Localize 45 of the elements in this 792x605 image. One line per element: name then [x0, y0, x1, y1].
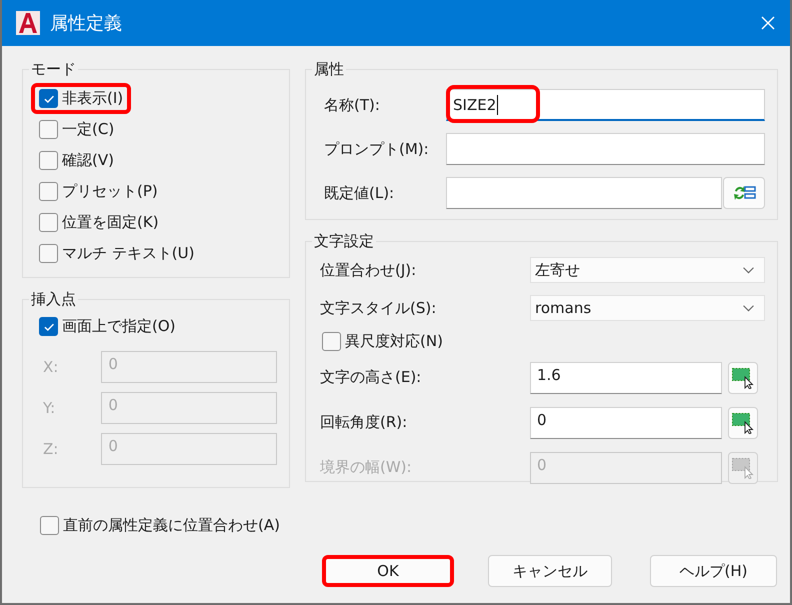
- checkbox[interactable]: 直前の属性定義に位置合わせ(A): [32, 510, 288, 541]
- pick-on-screen-icon: [731, 366, 755, 388]
- close-icon[interactable]: [760, 15, 776, 31]
- dialog-button[interactable]: キャンセル: [488, 555, 612, 587]
- checkbox[interactable]: 異尺度対応(N): [314, 326, 451, 356]
- input-field[interactable]: [446, 133, 765, 165]
- group-title: 属性: [313, 60, 345, 79]
- field-label: 既定値(L):: [323, 184, 396, 202]
- dropdown[interactable]: romans: [530, 295, 765, 321]
- field-label: Z:: [43, 440, 60, 458]
- pick-point-button[interactable]: [728, 406, 758, 438]
- pick-point-button[interactable]: [728, 362, 758, 394]
- checkbox[interactable]: マルチ テキスト(U): [31, 238, 202, 269]
- chevron-down-icon: [743, 304, 754, 312]
- chevron-down-icon: [743, 266, 754, 274]
- dropdown[interactable]: 左寄せ: [530, 257, 765, 283]
- checkbox[interactable]: 画面上で指定(O): [31, 311, 184, 342]
- field-label: 文字の高さ(E):: [319, 368, 422, 387]
- checkbox[interactable]: 確認(V): [31, 145, 122, 176]
- field-label: 境界の幅(W):: [319, 458, 413, 477]
- field-label: Y:: [43, 399, 56, 417]
- pick-on-screen-icon: [731, 456, 755, 478]
- app-logo-icon: [16, 11, 40, 35]
- input-field[interactable]: 0: [530, 406, 722, 438]
- field-label: X:: [43, 358, 60, 376]
- highlighted-checkbox[interactable]: 非表示(I): [31, 83, 132, 114]
- highlighted-button[interactable]: OK: [322, 555, 454, 587]
- group-title: モード: [30, 60, 77, 79]
- input-field[interactable]: [446, 177, 722, 209]
- field-label: 名称(T):: [323, 96, 381, 114]
- checkbox[interactable]: 一定(C): [31, 114, 122, 145]
- group-title: 挿入点: [30, 290, 77, 309]
- window-title: 属性定義: [50, 12, 123, 35]
- group-title: 文字設定: [313, 232, 375, 251]
- input-field[interactable]: SIZE2: [446, 89, 765, 121]
- field-label: 位置合わせ(J):: [319, 260, 418, 280]
- field-label: 文字スタイル(S):: [319, 298, 438, 318]
- checkbox[interactable]: 位置を固定(K): [31, 207, 167, 238]
- pick-on-screen-icon: [731, 412, 755, 434]
- input-field[interactable]: 1.6: [530, 362, 722, 394]
- insert-field-button[interactable]: [723, 177, 765, 209]
- field-label: プロンプト(M):: [323, 140, 430, 158]
- dialog-button[interactable]: ヘルプ(H): [650, 555, 777, 587]
- field-label: 回転角度(R):: [319, 413, 408, 432]
- checkbox[interactable]: プリセット(P): [31, 176, 166, 207]
